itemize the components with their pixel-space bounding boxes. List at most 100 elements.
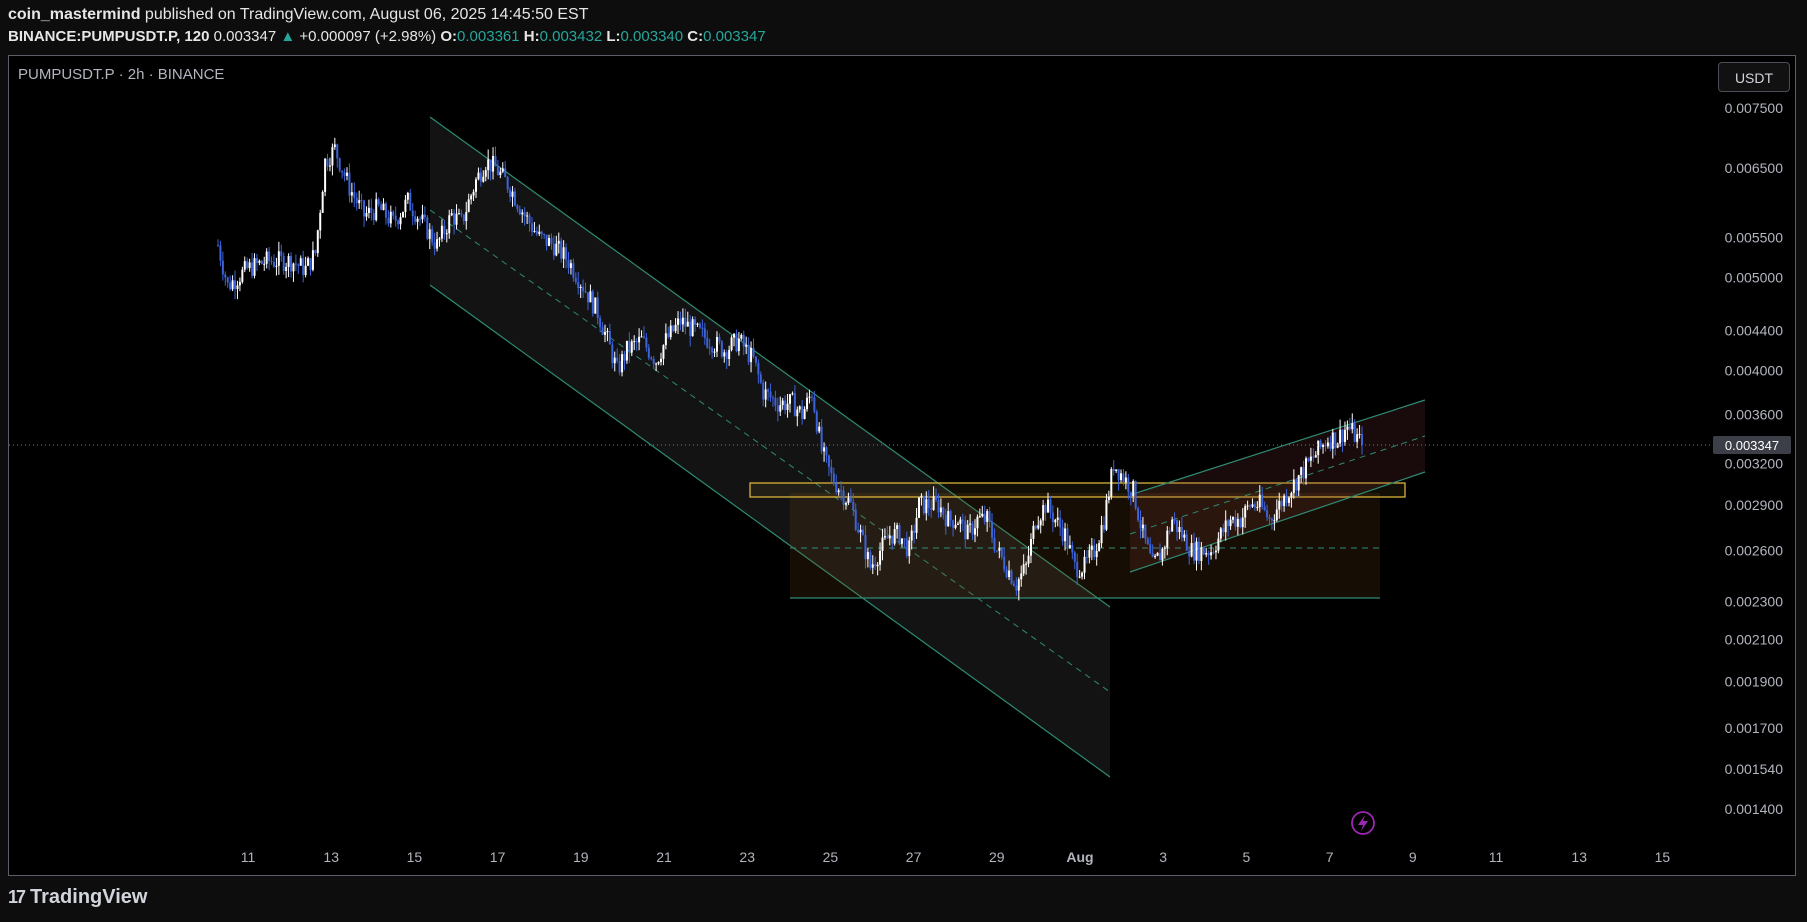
x-tick-label: 9 bbox=[1409, 849, 1417, 865]
candle-body bbox=[487, 159, 490, 171]
candle-body bbox=[285, 266, 288, 272]
candle-body bbox=[1076, 561, 1079, 578]
candle-body bbox=[647, 347, 650, 358]
candle-body bbox=[694, 319, 697, 325]
candle-body bbox=[1115, 469, 1118, 472]
candle-body bbox=[1273, 520, 1276, 522]
candle-body bbox=[747, 344, 750, 363]
candle-body bbox=[1122, 473, 1125, 483]
candle-body bbox=[401, 211, 404, 218]
candle-body bbox=[613, 357, 616, 364]
candle-body bbox=[343, 172, 346, 176]
candle-body bbox=[1219, 528, 1222, 539]
candle-body bbox=[316, 230, 319, 254]
candle-body bbox=[1025, 563, 1028, 565]
candle-body bbox=[599, 317, 602, 328]
candle-body bbox=[440, 225, 443, 239]
candle-body bbox=[1171, 519, 1174, 532]
candle-body bbox=[328, 165, 331, 167]
candle-body bbox=[479, 172, 482, 182]
candle-body bbox=[881, 537, 884, 551]
candle-body bbox=[871, 564, 874, 568]
candle-body bbox=[1263, 506, 1266, 511]
candle-body bbox=[837, 490, 840, 493]
candle-body bbox=[586, 292, 589, 303]
candle-body bbox=[589, 291, 592, 303]
x-tick-label: 7 bbox=[1326, 849, 1334, 865]
candle-body bbox=[346, 172, 349, 176]
candle-body bbox=[1309, 456, 1312, 461]
candle-body bbox=[1095, 550, 1098, 557]
y-tick-label: 0.002300 bbox=[1725, 594, 1784, 610]
candle-body bbox=[971, 523, 974, 535]
candle-body bbox=[433, 242, 436, 249]
candle-body bbox=[757, 362, 760, 375]
candle-body bbox=[949, 511, 952, 521]
candle-body bbox=[591, 291, 594, 314]
candle-body bbox=[394, 215, 397, 221]
candle-body bbox=[1256, 507, 1259, 509]
candle-body bbox=[847, 498, 850, 504]
candle-body bbox=[1229, 519, 1232, 527]
candle-body bbox=[572, 263, 575, 278]
chart-canvas[interactable]: 0.003347 0.007500 0.006500 0.005500 0.005000… bbox=[0, 0, 1807, 922]
candle-body bbox=[457, 213, 460, 215]
candle-body bbox=[918, 497, 921, 518]
candle-body bbox=[1224, 520, 1227, 533]
candle-body bbox=[686, 321, 689, 327]
candle-body bbox=[820, 426, 823, 452]
candle-body bbox=[910, 530, 913, 541]
candle-body bbox=[411, 210, 414, 217]
candle-body bbox=[231, 280, 234, 290]
candle-body bbox=[932, 496, 935, 510]
candle-body bbox=[1127, 477, 1130, 493]
tradingview-brand[interactable]: 17 TradingView bbox=[8, 886, 147, 909]
candle-body bbox=[769, 391, 772, 398]
y-tick-label: 0.002600 bbox=[1725, 542, 1784, 558]
candle-body bbox=[423, 214, 426, 218]
candle-body bbox=[445, 233, 448, 235]
candle-body bbox=[691, 319, 694, 337]
candle-body bbox=[913, 530, 916, 533]
candle-body bbox=[1358, 434, 1361, 436]
candle-body bbox=[1017, 579, 1020, 591]
candle-body bbox=[1297, 475, 1300, 491]
candle-body bbox=[698, 323, 701, 328]
x-tick-label: 27 bbox=[906, 849, 922, 865]
candle-body bbox=[750, 348, 753, 363]
candle-body bbox=[733, 333, 736, 338]
candle-body bbox=[241, 269, 244, 282]
candle-body bbox=[1236, 519, 1239, 527]
candle-body bbox=[297, 264, 300, 266]
y-tick-label: 0.005000 bbox=[1725, 269, 1784, 285]
candle-body bbox=[350, 192, 353, 196]
candle-body bbox=[448, 215, 451, 234]
y-tick-label: 0.007500 bbox=[1725, 100, 1784, 116]
x-tick-label: 3 bbox=[1159, 849, 1167, 865]
candle-body bbox=[1231, 517, 1234, 520]
currency-button[interactable]: USDT bbox=[1718, 62, 1790, 92]
candle-body bbox=[1139, 520, 1142, 529]
candle-body bbox=[803, 409, 806, 419]
candle-body bbox=[1317, 440, 1320, 456]
candle-body bbox=[270, 261, 273, 263]
candle-body bbox=[711, 348, 714, 353]
candle-body bbox=[983, 513, 986, 522]
candle-body bbox=[414, 216, 417, 222]
candle-body bbox=[348, 172, 351, 196]
candle-body bbox=[533, 230, 536, 232]
candle-body bbox=[409, 192, 412, 211]
candle-body bbox=[815, 411, 818, 432]
candle-body bbox=[1214, 550, 1217, 553]
candle-body bbox=[813, 397, 816, 412]
candle-body bbox=[713, 351, 716, 353]
candle-body bbox=[1044, 505, 1047, 513]
candle-body bbox=[864, 534, 867, 560]
candle-body bbox=[324, 158, 327, 192]
candle-body bbox=[991, 521, 994, 538]
candle-body bbox=[526, 215, 529, 217]
candle-body bbox=[922, 495, 925, 514]
candle-body bbox=[835, 483, 838, 493]
candle-body bbox=[1234, 517, 1237, 527]
candle-body bbox=[1124, 477, 1127, 483]
